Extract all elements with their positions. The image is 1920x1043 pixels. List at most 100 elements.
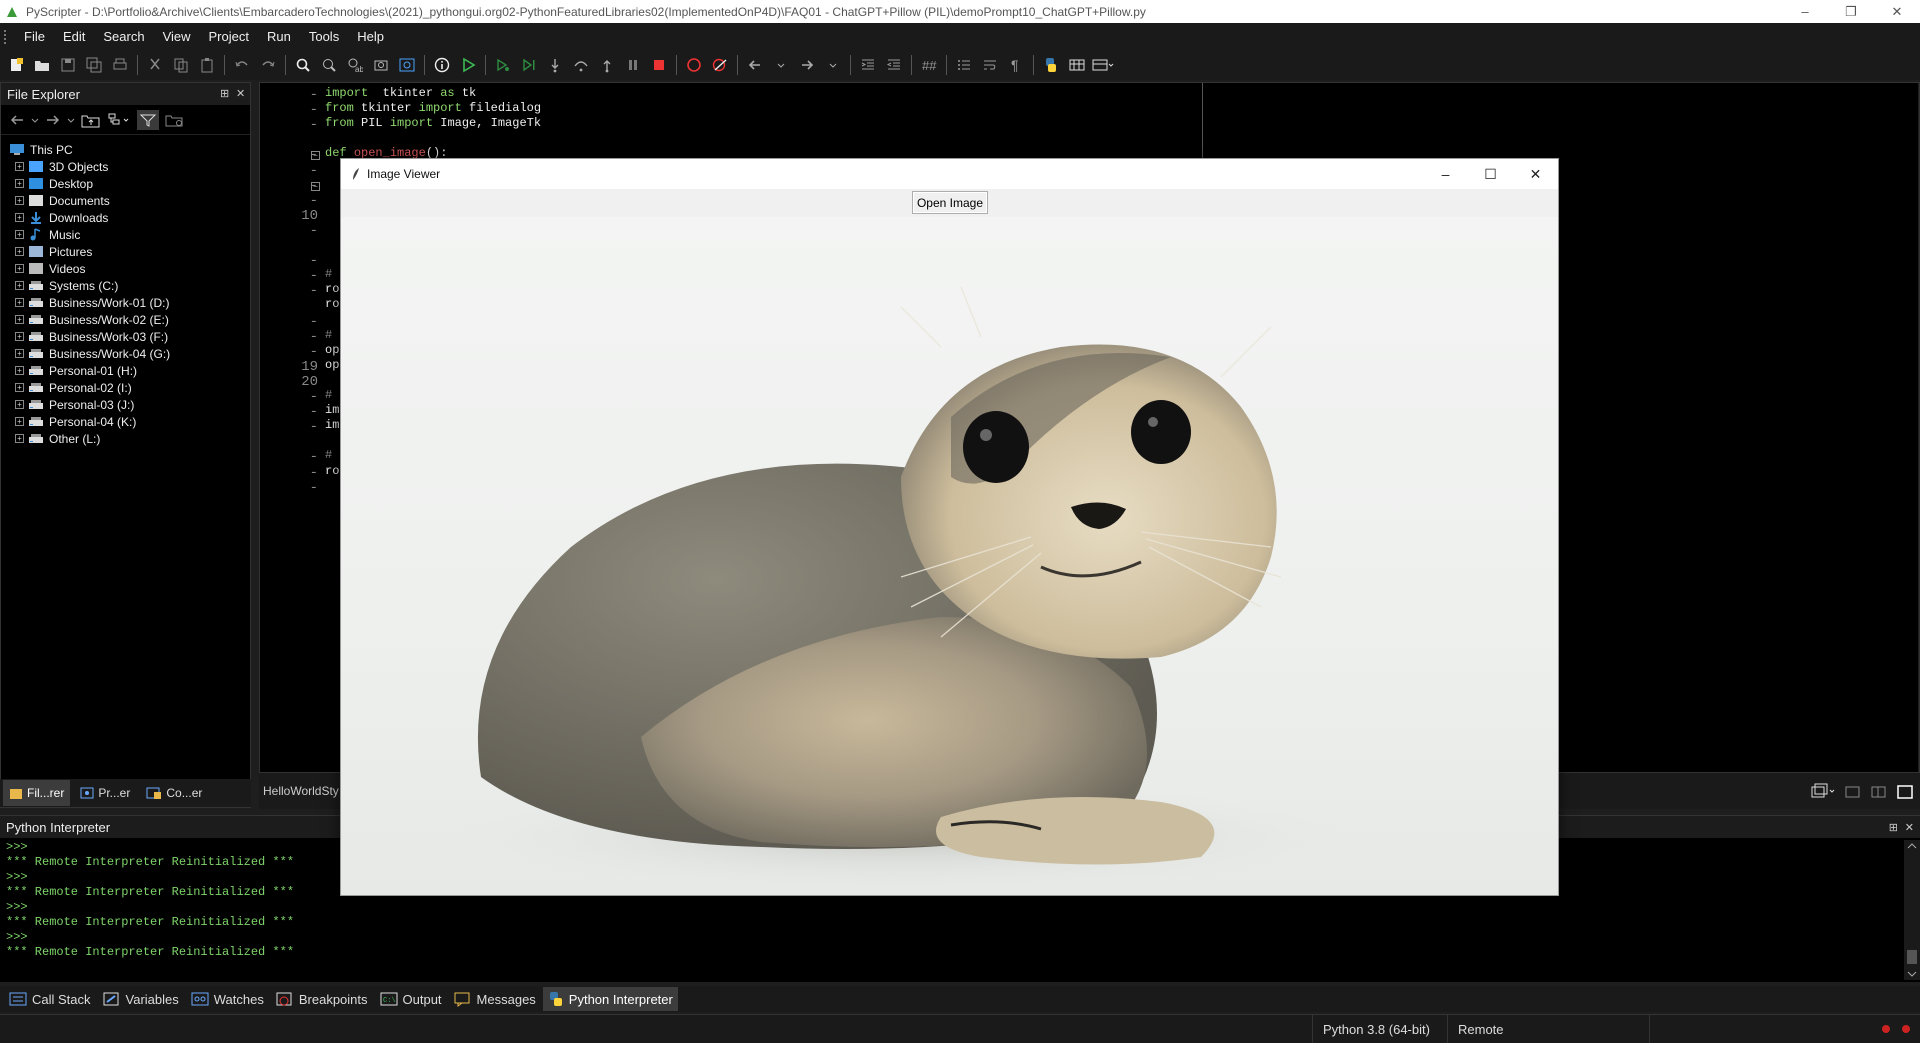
- close-button[interactable]: ✕: [1874, 0, 1920, 23]
- folder-settings-icon[interactable]: [165, 112, 185, 128]
- tab-project-explorer[interactable]: Pr...er: [74, 780, 136, 806]
- undo-icon[interactable]: [230, 53, 254, 77]
- tab-output[interactable]: C:\ Output: [375, 987, 447, 1011]
- open-image-button[interactable]: Open Image: [912, 191, 988, 214]
- python-icon[interactable]: [1039, 53, 1063, 77]
- split-window-icon[interactable]: [1870, 782, 1888, 800]
- expand-icon[interactable]: +: [15, 417, 24, 426]
- menu-search[interactable]: Search: [94, 23, 153, 50]
- tree-node[interactable]: + Videos: [1, 260, 250, 277]
- tab-variables[interactable]: Variables: [98, 987, 184, 1011]
- maximize-editor-icon[interactable]: [1896, 782, 1914, 800]
- tree-node[interactable]: + Desktop: [1, 175, 250, 192]
- tab-watches[interactable]: Watches: [186, 987, 269, 1011]
- window-list-icon[interactable]: [1810, 782, 1836, 800]
- layout-icon[interactable]: [1065, 53, 1089, 77]
- tab-file-explorer[interactable]: Fil...rer: [3, 780, 71, 806]
- close-icon[interactable]: ✕: [1905, 821, 1914, 834]
- tree-node[interactable]: + Personal-04 (K:): [1, 413, 250, 430]
- indent-icon[interactable]: [856, 53, 880, 77]
- show-special-chars-icon[interactable]: ¶: [1004, 53, 1028, 77]
- find-next-icon[interactable]: [395, 53, 419, 77]
- pin-icon[interactable]: ⊞: [220, 87, 229, 100]
- pause-icon[interactable]: [621, 53, 645, 77]
- interpreter-mode-status[interactable]: Remote: [1447, 1014, 1649, 1043]
- restore-button[interactable]: ❐: [1828, 0, 1874, 23]
- expand-icon[interactable]: +: [15, 400, 24, 409]
- replace-icon[interactable]: ab: [343, 53, 367, 77]
- tree-node[interactable]: + Pictures: [1, 243, 250, 260]
- run-icon[interactable]: [456, 53, 480, 77]
- step-out-icon[interactable]: [595, 53, 619, 77]
- redo-icon[interactable]: [256, 53, 280, 77]
- back-dropdown-icon[interactable]: [769, 53, 793, 77]
- step-over-icon[interactable]: [569, 53, 593, 77]
- cut-icon[interactable]: [143, 53, 167, 77]
- forward-dropdown-icon[interactable]: [821, 53, 845, 77]
- menu-run[interactable]: Run: [258, 23, 300, 50]
- open-file-icon[interactable]: [30, 53, 54, 77]
- run-to-cursor-icon[interactable]: [517, 53, 541, 77]
- expand-icon[interactable]: +: [15, 230, 24, 239]
- expand-icon[interactable]: +: [15, 332, 24, 341]
- expand-icon[interactable]: +: [15, 366, 24, 375]
- new-file-icon[interactable]: [4, 53, 28, 77]
- tab-python-interpreter[interactable]: Python Interpreter: [542, 987, 678, 1011]
- expand-icon[interactable]: +: [15, 213, 24, 222]
- dedent-icon[interactable]: [882, 53, 906, 77]
- expand-icon[interactable]: +: [15, 383, 24, 392]
- python-version-status[interactable]: Python 3.8 (64-bit): [1312, 1014, 1447, 1043]
- tree-node-this-pc[interactable]: This PC: [1, 141, 250, 158]
- copy-icon[interactable]: [169, 53, 193, 77]
- new-window-icon[interactable]: [1844, 782, 1862, 800]
- save-icon[interactable]: [56, 53, 80, 77]
- expand-icon[interactable]: +: [15, 298, 24, 307]
- debug-icon[interactable]: [491, 53, 515, 77]
- menu-file[interactable]: File: [15, 23, 54, 50]
- chevron-down-icon[interactable]: [67, 113, 75, 127]
- expand-icon[interactable]: +: [15, 179, 24, 188]
- close-icon[interactable]: ✕: [236, 87, 245, 100]
- layouts-dropdown-icon[interactable]: [1091, 53, 1115, 77]
- viewer-close-button[interactable]: ✕: [1513, 159, 1558, 189]
- filter-icon[interactable]: [137, 109, 159, 130]
- info-icon[interactable]: [430, 53, 454, 77]
- find-previous-icon[interactable]: [369, 53, 393, 77]
- forward-icon[interactable]: [45, 113, 61, 127]
- folder-up-icon[interactable]: [81, 112, 101, 128]
- tab-call-stack[interactable]: Call Stack: [4, 987, 96, 1011]
- save-all-icon[interactable]: [82, 53, 106, 77]
- clear-breakpoints-icon[interactable]: [708, 53, 732, 77]
- tree-node[interactable]: + Music: [1, 226, 250, 243]
- tree-node[interactable]: + Personal-01 (H:): [1, 362, 250, 379]
- print-icon[interactable]: [108, 53, 132, 77]
- tab-messages[interactable]: Messages: [449, 987, 541, 1011]
- expand-icon[interactable]: +: [15, 434, 24, 443]
- tree-node[interactable]: +3D Objects: [1, 158, 250, 175]
- chevron-down-icon[interactable]: [31, 113, 39, 127]
- expand-icon[interactable]: +: [15, 349, 24, 358]
- tree-node[interactable]: + Downloads: [1, 209, 250, 226]
- find-icon[interactable]: [291, 53, 315, 77]
- interpreter-scrollbar[interactable]: [1904, 840, 1920, 980]
- tree-node[interactable]: + Business/Work-02 (E:): [1, 311, 250, 328]
- fold-icon[interactable]: −: [311, 151, 320, 161]
- paste-icon[interactable]: [195, 53, 219, 77]
- tree-node[interactable]: + Business/Work-04 (G:): [1, 345, 250, 362]
- pin-icon[interactable]: ⊞: [1889, 821, 1898, 834]
- list-icon[interactable]: [952, 53, 976, 77]
- menu-edit[interactable]: Edit: [54, 23, 94, 50]
- stop-icon[interactable]: [647, 53, 671, 77]
- comment-icon[interactable]: ##: [917, 53, 941, 77]
- tree-node[interactable]: + Business/Work-01 (D:): [1, 294, 250, 311]
- tree-node[interactable]: + Personal-02 (I:): [1, 379, 250, 396]
- fold-icon[interactable]: −: [311, 181, 320, 191]
- tree-node[interactable]: + Documents: [1, 192, 250, 209]
- editor-tab[interactable]: HelloWorldSty: [259, 784, 339, 798]
- menu-help[interactable]: Help: [348, 23, 393, 50]
- tree-node[interactable]: + Personal-03 (J:): [1, 396, 250, 413]
- menu-project[interactable]: Project: [200, 23, 258, 50]
- view-tree-icon[interactable]: [107, 112, 131, 128]
- expand-icon[interactable]: +: [15, 162, 24, 171]
- tree-node[interactable]: + Business/Work-03 (F:): [1, 328, 250, 345]
